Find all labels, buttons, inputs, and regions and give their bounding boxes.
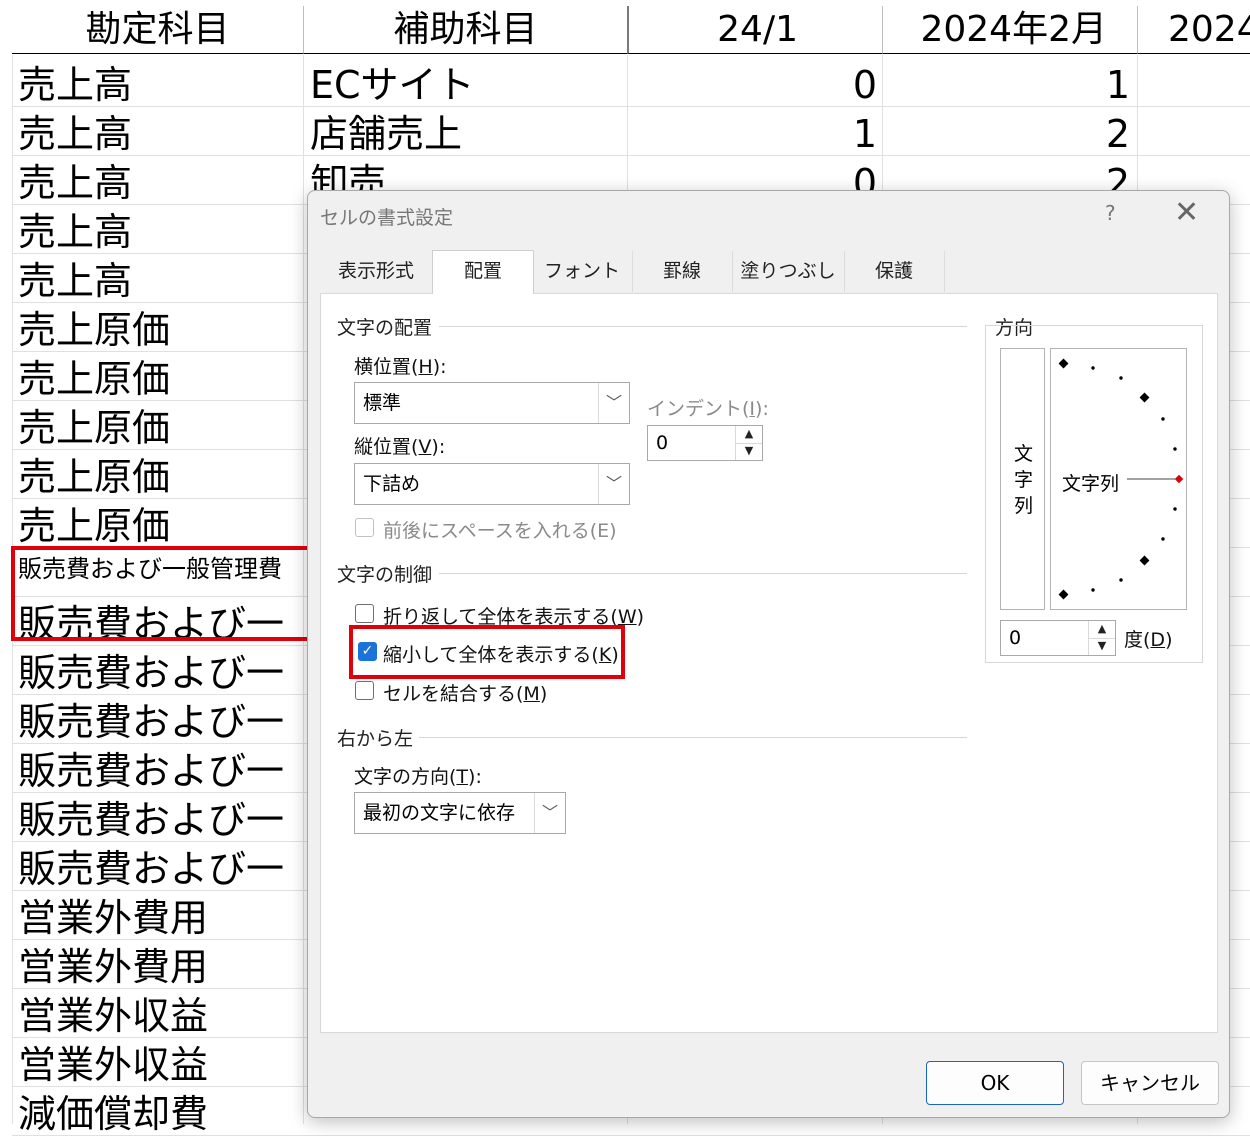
account-cell[interactable]: 営業外収益 (18, 988, 303, 1037)
horizontal-value: 標準 (363, 392, 402, 414)
tab-number-format[interactable]: 表示形式 (320, 251, 433, 292)
spin-up-icon[interactable]: ▲ (1089, 621, 1115, 639)
wrap-text-checkbox[interactable] (355, 604, 374, 623)
account-cell[interactable]: 売上原価 (18, 498, 303, 547)
orientation-dial[interactable]: 文字列 (1050, 348, 1187, 610)
justify-distributed-checkbox[interactable] (355, 518, 374, 537)
account-cell[interactable]: 売上高 (18, 204, 303, 253)
divider (439, 326, 967, 327)
indent-label: インデント(I): (647, 398, 769, 420)
account-cell[interactable]: 販売費および一 (18, 694, 303, 743)
chevron-down-icon[interactable]: ﹀ (534, 793, 565, 833)
account-cell[interactable]: 売上原価 (18, 351, 303, 400)
account-cell[interactable]: 販売費および一 (18, 645, 303, 694)
account-cell[interactable]: 営業外費用 (18, 890, 303, 939)
account-cell[interactable]: 売上原価 (18, 449, 303, 498)
account-cell[interactable]: 販売費および一 (18, 792, 303, 841)
stepper-controls: ▲ ▼ (1088, 621, 1115, 655)
tab-border[interactable]: 罫線 (632, 251, 733, 292)
tab-fill[interactable]: 塗りつぶし (732, 251, 845, 292)
sub-account-cell[interactable]: 店舗売上 (310, 106, 626, 155)
vertical-text-toggle[interactable]: 文 字 列 (1000, 348, 1045, 610)
account-cell[interactable]: 売上高 (18, 106, 303, 155)
table-row: 売上高 店舗売上 1 2 (12, 106, 1250, 156)
text-direction-select[interactable]: 最初の文字に依存 ﹀ (354, 792, 566, 834)
vertical-value: 下詰め (363, 473, 421, 495)
degrees-stepper[interactable]: 0 ▲ ▼ (1000, 620, 1116, 656)
value-cell-2024-01[interactable]: 0 (627, 57, 877, 106)
spin-down-icon[interactable]: ▼ (736, 443, 762, 460)
indent-value: 0 (656, 432, 669, 454)
account-cell[interactable]: 売上高 (18, 57, 303, 106)
account-cell[interactable]: 営業外収益 (18, 1037, 303, 1086)
account-cell[interactable]: 売上原価 (18, 400, 303, 449)
spin-up-icon[interactable]: ▲ (736, 426, 762, 444)
stepper-controls: ▲ ▼ (735, 426, 762, 460)
spin-down-icon[interactable]: ▼ (1089, 638, 1115, 655)
degrees-value: 0 (1009, 627, 1022, 649)
value-cell-2024-02[interactable]: 1 (882, 57, 1130, 106)
help-button[interactable]: ? (1105, 201, 1116, 225)
header-2024-01[interactable]: 24/1 (627, 6, 882, 54)
table-row: 売上高 ECサイト 0 1 (12, 57, 1250, 107)
indent-stepper[interactable]: 0 ▲ ▼ (647, 425, 763, 461)
ok-button[interactable]: OK (926, 1061, 1064, 1105)
tab-alignment[interactable]: 配置 (432, 250, 534, 294)
vertical-select[interactable]: 下詰め ﹀ (354, 463, 630, 505)
tab-font[interactable]: フォント (532, 251, 633, 292)
vertical-text-char: 字 (1013, 469, 1033, 491)
header-2024-02[interactable]: 2024年2月 (882, 6, 1137, 54)
header-2024-03-partial[interactable]: 2024 (1137, 6, 1250, 54)
account-cell[interactable]: 営業外費用 (18, 939, 303, 988)
value-cell-2024-01[interactable]: 1 (627, 106, 877, 155)
header-account[interactable]: 勘定科目 (12, 6, 303, 54)
header-sub-account[interactable]: 補助科目 (303, 6, 627, 54)
account-cell[interactable]: 減価償却費 (18, 1086, 303, 1135)
horizontal-select[interactable]: 標準 ﹀ (354, 382, 630, 424)
account-cell[interactable]: 販売費および一 (18, 841, 303, 890)
tab-protection[interactable]: 保護 (844, 251, 945, 292)
text-direction-label: 文字の方向(T): (354, 766, 482, 788)
degrees-label: 度(D) (1124, 629, 1173, 651)
vertical-label: 縦位置(V): (354, 436, 446, 458)
chevron-down-icon[interactable]: ﹀ (598, 464, 629, 504)
text-direction-value: 最初の文字に依存 (363, 802, 516, 824)
cancel-button[interactable]: キャンセル (1081, 1061, 1219, 1105)
horizontal-label: 横位置(H): (354, 356, 447, 378)
justify-distributed-label: 前後にスペースを入れる(E) (383, 520, 617, 542)
section-text-control: 文字の制御 (337, 564, 433, 586)
divider (419, 737, 967, 738)
orientation-dial-text: 文字列 (1062, 473, 1120, 495)
account-cell[interactable]: 売上高 (18, 155, 303, 204)
vertical-text-char: 列 (1013, 495, 1033, 517)
sub-account-cell[interactable]: ECサイト (310, 57, 626, 106)
merge-cells-checkbox[interactable] (355, 681, 374, 700)
account-cell[interactable]: 販売費および一 (18, 743, 303, 792)
dialog-title: セルの書式設定 (320, 207, 454, 229)
highlight-shrunk-cell (11, 546, 315, 641)
value-cell-2024-02[interactable]: 2 (882, 106, 1130, 155)
close-icon[interactable]: ✕ (1174, 195, 1199, 230)
divider (439, 573, 967, 574)
vertical-text-char: 文 (1013, 443, 1033, 465)
merge-cells-label: セルを結合する(M) (383, 683, 548, 705)
section-text-alignment: 文字の配置 (337, 317, 433, 339)
highlight-shrink-to-fit (349, 625, 625, 679)
section-right-to-left: 右から左 (337, 728, 414, 750)
account-cell[interactable]: 売上原価 (18, 302, 303, 351)
account-cell[interactable]: 売上高 (18, 253, 303, 302)
chevron-down-icon[interactable]: ﹀ (598, 383, 629, 423)
